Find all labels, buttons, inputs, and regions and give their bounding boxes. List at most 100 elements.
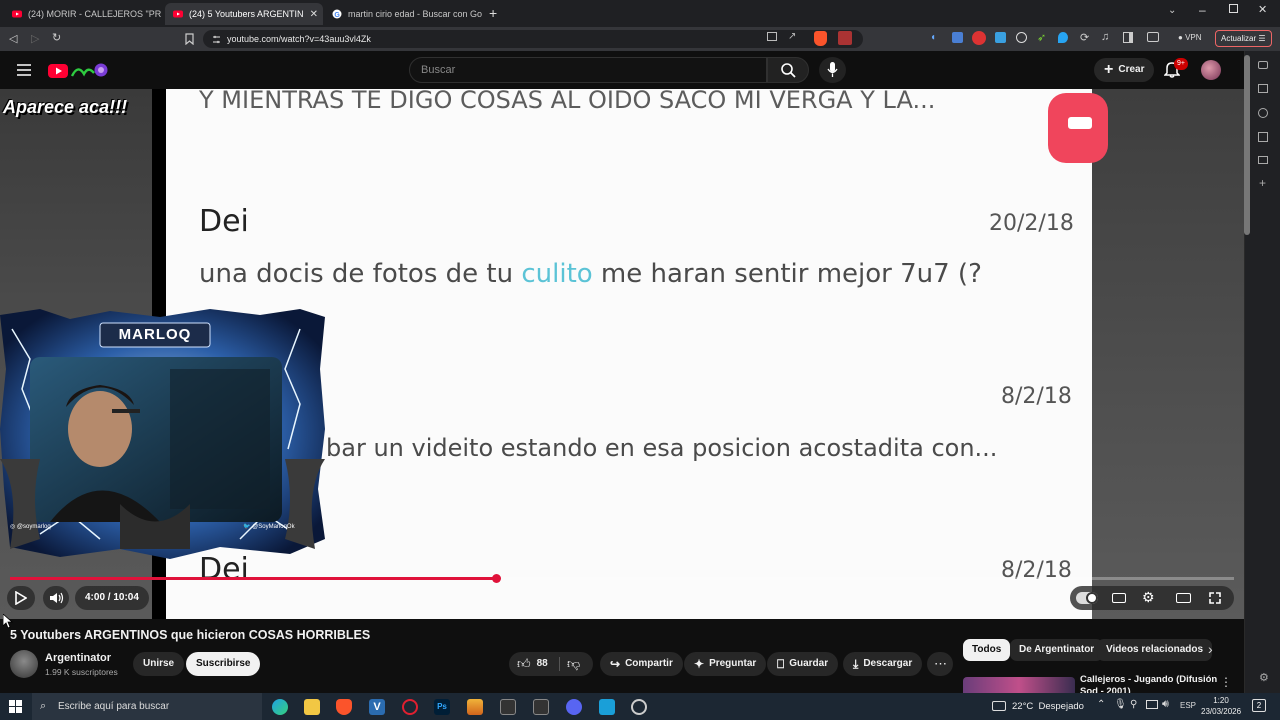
back-icon[interactable]: ◁ — [9, 32, 17, 45]
search-input[interactable]: Buscar — [409, 57, 767, 83]
brave-rewards-icon[interactable] — [838, 31, 852, 45]
tab-google-search[interactable]: G martin cirio edad - Buscar con Goog — [324, 3, 482, 25]
search-button[interactable] — [767, 57, 809, 83]
download-button[interactable]: ⤓ Descargar — [843, 652, 923, 676]
clock[interactable]: 1:20 23/03/2026 — [1201, 695, 1241, 717]
app-orange-icon[interactable] — [467, 699, 483, 715]
share-button[interactable]: ↪ Compartir — [600, 652, 683, 676]
extension-notes-icon[interactable] — [995, 32, 1006, 43]
extension-audio-icon[interactable]: ◖ — [930, 32, 936, 43]
site-info-icon[interactable] — [212, 35, 221, 44]
settings-gear-icon[interactable]: ⚙ — [1142, 589, 1155, 606]
ask-button[interactable]: ✦ Preguntar — [684, 652, 767, 676]
app-v-icon[interactable]: V — [369, 699, 385, 715]
bookmark-icon[interactable] — [185, 33, 194, 45]
dislike-icon[interactable]: 👎︎ — [567, 652, 580, 676]
tab-callejeros[interactable]: (24) MORIR - CALLEJEROS "PRESIÓN — [4, 3, 162, 25]
app-blue-icon[interactable] — [599, 699, 615, 715]
progress-scrubber[interactable] — [491, 574, 501, 583]
photoshop-icon[interactable]: Ps — [434, 699, 450, 715]
extension-record-icon[interactable] — [972, 31, 986, 45]
video-player[interactable]: Aparece aca!!! Y MIENTRAS TE DIGO COSAS … — [0, 89, 1244, 619]
extension-translate-icon[interactable] — [952, 32, 963, 43]
side-panel-bookmarks-icon[interactable] — [1258, 132, 1268, 142]
youtube-logo[interactable] — [48, 62, 110, 80]
chip-de-argentinator[interactable]: De Argentinator — [1010, 639, 1104, 661]
side-panel-tabs-icon[interactable] — [1258, 61, 1268, 69]
related-video-title[interactable]: Callejeros - Jugando (Difusión Sod - 200… — [1080, 674, 1220, 693]
page-scrollbar[interactable] — [1244, 55, 1250, 235]
play-button[interactable] — [7, 586, 35, 610]
side-panel-history-icon[interactable] — [1258, 108, 1268, 118]
chevron-right-icon[interactable]: › — [1208, 641, 1213, 657]
related-more-icon[interactable]: ⋮ — [1220, 675, 1232, 689]
maximize-button[interactable] — [1229, 4, 1238, 13]
music-icon[interactable]: ♫ — [1101, 31, 1109, 43]
extension-drop-icon[interactable] — [1058, 32, 1068, 43]
side-panel-media-icon[interactable] — [1258, 156, 1268, 164]
new-tab-button[interactable]: + — [489, 5, 497, 21]
autoplay-toggle[interactable] — [1076, 592, 1098, 604]
edge-icon[interactable] — [272, 699, 288, 715]
related-thumbnail[interactable] — [963, 677, 1075, 693]
like-icon[interactable]: 👍︎ — [517, 652, 531, 676]
fullscreen-icon[interactable] — [1209, 592, 1221, 604]
notification-center-button[interactable]: 2 — [1252, 699, 1266, 712]
like-count[interactable]: 88 — [537, 652, 548, 676]
avatar[interactable] — [1201, 60, 1221, 80]
extension-refresh-icon[interactable]: ⟳ — [1080, 31, 1089, 44]
miniplayer-icon[interactable] — [1176, 593, 1191, 603]
brave-shields-icon[interactable] — [814, 31, 827, 46]
speaker-tray-icon[interactable]: 🔊︎ — [1162, 698, 1169, 711]
close-window-button[interactable]: ✕ — [1258, 3, 1267, 16]
url-field[interactable]: youtube.com/watch?v=43auu3vl4Zk — [203, 30, 863, 48]
subtitles-icon[interactable] — [1112, 593, 1126, 603]
progress-bar[interactable] — [10, 574, 1234, 583]
mic-tray-icon[interactable]: 🎙︎ — [1114, 699, 1127, 710]
wallet-icon[interactable] — [1147, 32, 1159, 42]
update-button[interactable]: Actualizar ☰ — [1215, 30, 1272, 47]
side-panel-reading-icon[interactable] — [1258, 84, 1268, 93]
tab-youtubers[interactable]: (24) 5 Youtubers ARGENTIN ✕ — [165, 3, 323, 25]
minimize-button[interactable]: – — [1199, 3, 1206, 17]
weather-text[interactable]: 22°C Despejado — [1012, 701, 1084, 712]
channel-name[interactable]: Argentinator — [45, 652, 111, 664]
language-indicator[interactable]: ESP — [1180, 701, 1196, 710]
cast-icon[interactable] — [767, 32, 777, 41]
opera-icon[interactable] — [402, 699, 418, 715]
extension-github-icon[interactable] — [1016, 32, 1027, 43]
save-button[interactable]: ⎕ Guardar — [767, 652, 839, 676]
notifications-button[interactable]: 9+ — [1164, 58, 1188, 78]
taskbar-search[interactable]: ⌕ Escribe aquí para buscar — [32, 693, 262, 720]
volume-button[interactable] — [43, 586, 69, 610]
tray-chevron-icon[interactable]: ⌃ — [1097, 699, 1105, 710]
side-panel-settings-icon[interactable]: ⚙ — [1259, 671, 1269, 684]
app-capcut-icon[interactable] — [500, 699, 516, 715]
side-panel-add-icon[interactable]: + — [1259, 176, 1266, 190]
windows-start-icon[interactable] — [9, 700, 22, 713]
reload-icon[interactable]: ↻ — [52, 31, 61, 44]
tab-list-chevron-icon[interactable]: ⌄ — [1168, 5, 1176, 16]
file-explorer-icon[interactable] — [304, 699, 320, 715]
subscribe-button[interactable]: Suscribirse — [186, 652, 261, 676]
voice-search-button[interactable] — [819, 57, 846, 83]
more-actions-button[interactable]: ⋯ — [927, 652, 953, 676]
chip-videos-relacionados[interactable]: Videos relacionados — [1097, 639, 1213, 661]
channel-avatar[interactable] — [10, 650, 38, 678]
chip-todos[interactable]: Todos — [963, 639, 1011, 661]
app-capcut2-icon[interactable] — [533, 699, 549, 715]
share-page-icon[interactable]: ↗ — [788, 31, 796, 42]
join-button[interactable]: Unirse — [133, 652, 185, 676]
network-tray-icon[interactable] — [1146, 700, 1158, 709]
location-tray-icon[interactable]: ⚲ — [1130, 699, 1137, 710]
obs-icon[interactable] — [631, 699, 647, 715]
extension-leaf-icon[interactable]: ➶ — [1037, 31, 1046, 44]
brave-icon[interactable] — [336, 699, 352, 715]
close-tab-icon[interactable]: ✕ — [304, 9, 318, 20]
vpn-button[interactable]: ● VPN — [1178, 33, 1202, 42]
sidebar-toggle-icon[interactable] — [1123, 32, 1133, 43]
hamburger-menu-icon[interactable] — [17, 64, 31, 76]
forward-icon[interactable]: ▷ — [31, 32, 39, 45]
create-button[interactable]: + Crear — [1094, 58, 1155, 82]
discord-icon[interactable] — [566, 699, 582, 715]
